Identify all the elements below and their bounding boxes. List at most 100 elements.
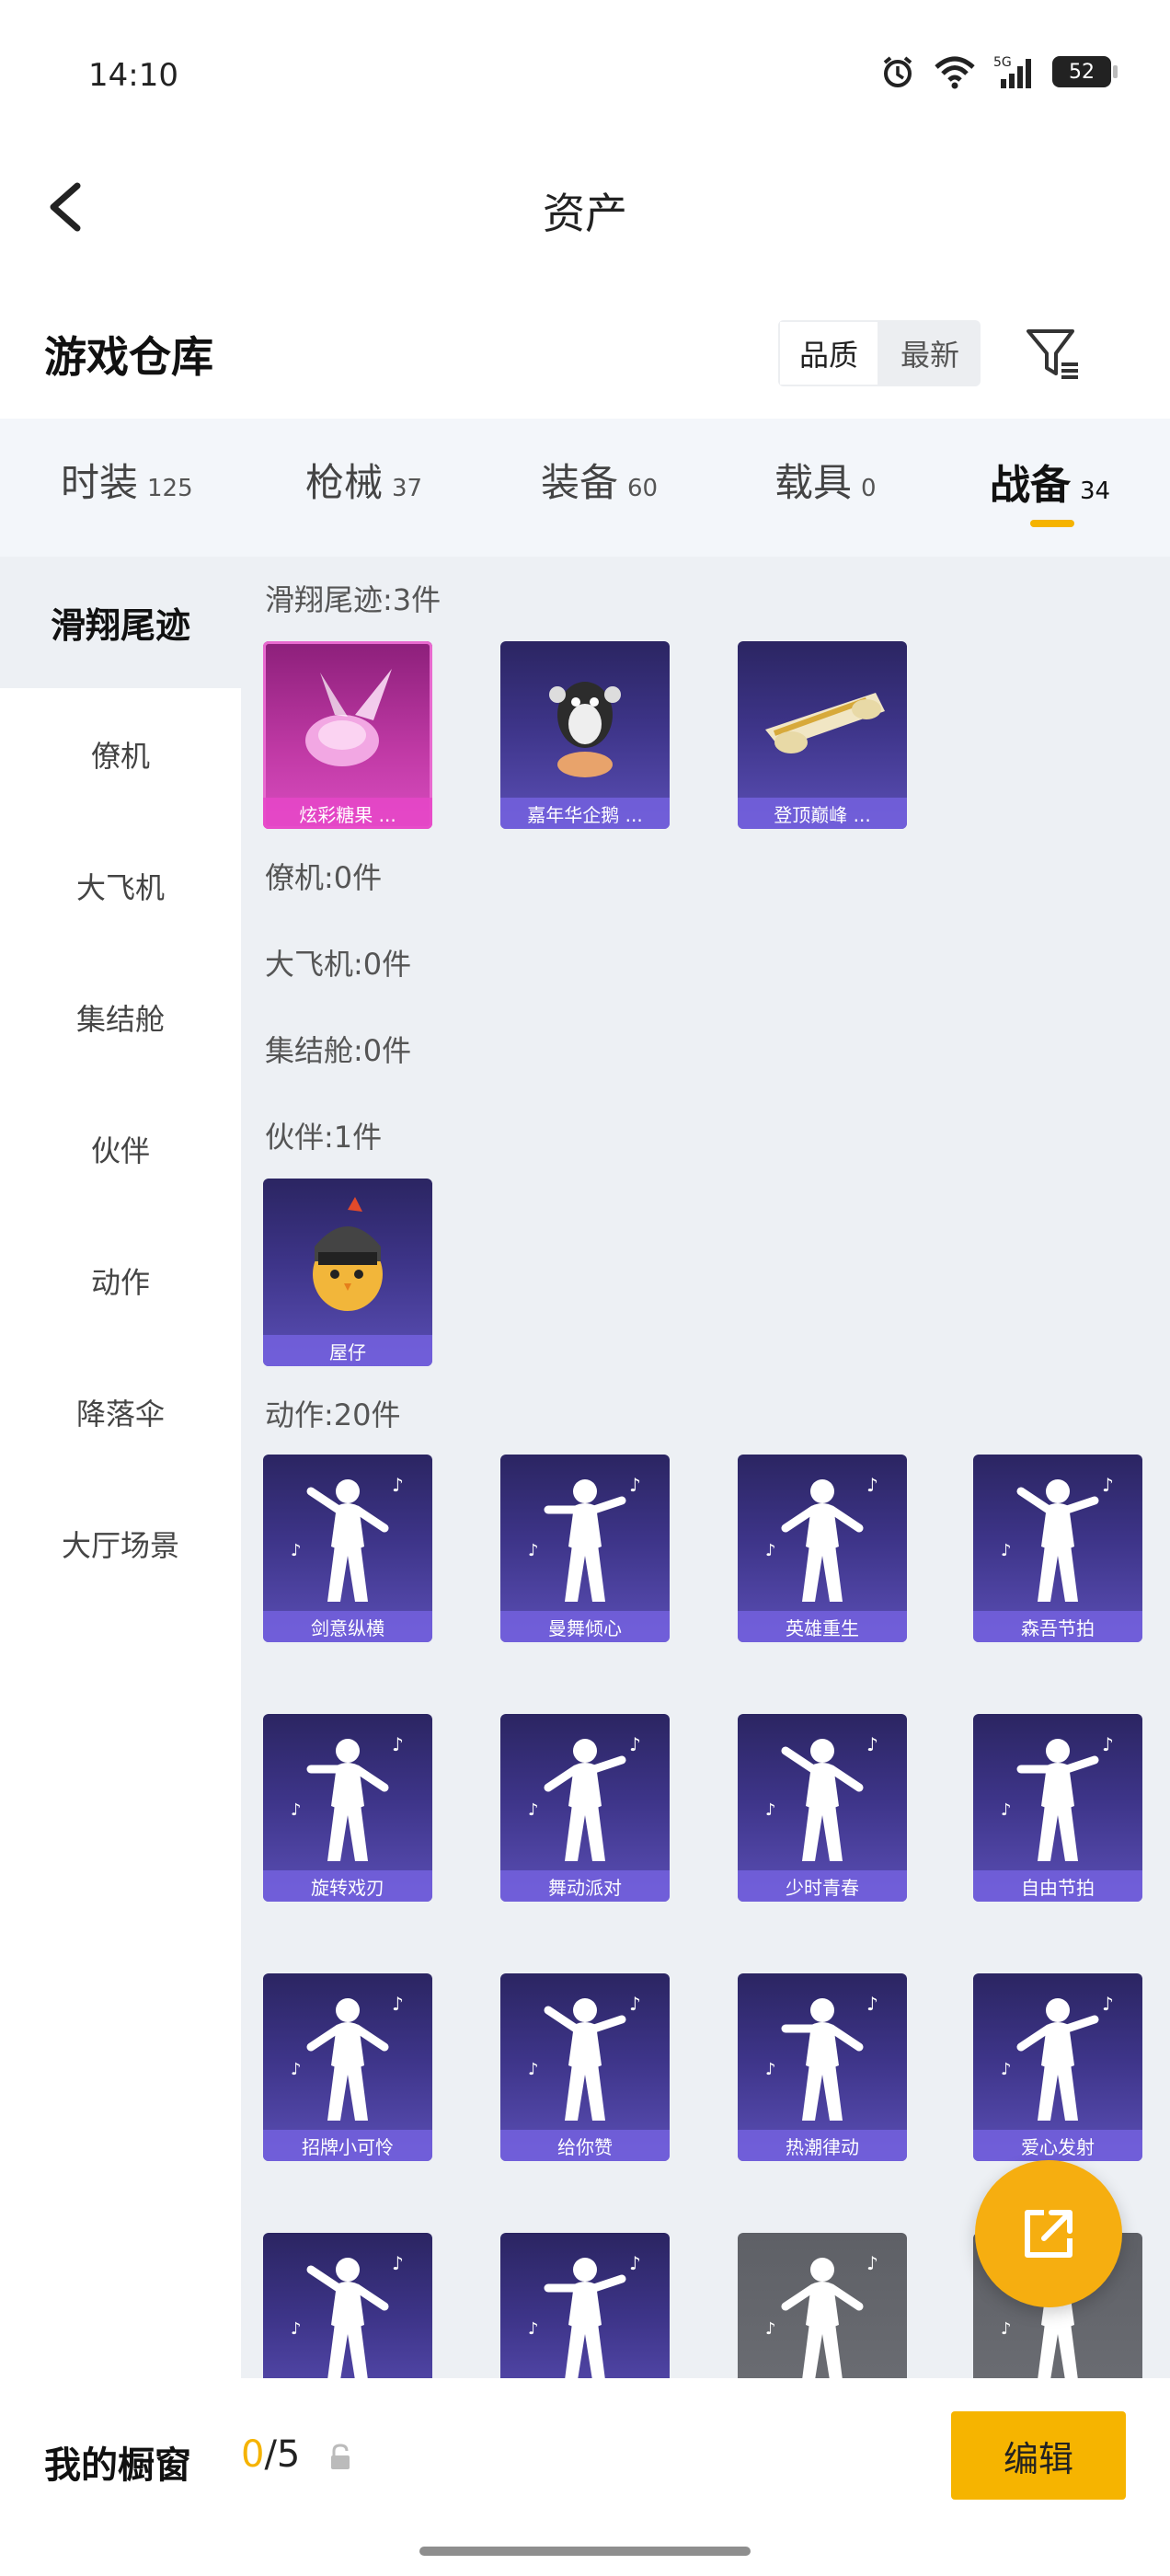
svg-text:♪: ♪ — [866, 1474, 878, 1496]
item-card[interactable]: 炫彩糖果 ... — [263, 641, 432, 829]
item-name: 曼舞倾心 — [500, 1611, 670, 1642]
lock-icon — [331, 2444, 350, 2469]
item-name: 热潮律动 — [738, 2130, 907, 2161]
sidebar-item-glide-trail[interactable]: 滑翔尾迹 — [0, 557, 241, 688]
item-name: 嘉年华企鹅 ... — [500, 798, 670, 829]
sort-quality-button[interactable]: 品质 — [778, 320, 879, 386]
tab-label: 装备 — [541, 460, 619, 505]
item-card[interactable]: ♪ ♪ 旋转戏刃 — [263, 1714, 432, 1902]
share-button[interactable] — [975, 2160, 1122, 2307]
tab-active-indicator — [1030, 520, 1074, 527]
item-name: 屋仔 — [263, 1335, 432, 1366]
svg-text:♪: ♪ — [629, 1474, 641, 1496]
showcase-count-current: 0 — [241, 2433, 265, 2476]
item-card[interactable]: ♪ ♪ 热潮律动 — [738, 1973, 907, 2161]
dancer-icon: ♪♪ — [1001, 1733, 1114, 1861]
svg-text:♪: ♪ — [866, 2252, 878, 2274]
item-card[interactable]: 屋仔 — [263, 1179, 432, 1366]
sidebar-item-partner[interactable]: 伙伴 — [0, 1083, 241, 1214]
jet-trail-icon — [765, 693, 885, 753]
tab-label: 枪械 — [305, 460, 384, 505]
dancer-icon: ♪♪ — [291, 2252, 404, 2378]
tab-label: 载具 — [774, 460, 853, 505]
dancer-icon: ♪♪ — [291, 1993, 404, 2121]
sidebar-item-rally-pod[interactable]: 集结舱 — [0, 951, 241, 1083]
svg-text:♪: ♪ — [528, 2319, 539, 2339]
tab-label: 时装 — [61, 460, 139, 505]
filter-icon[interactable] — [1023, 324, 1082, 383]
dancer-icon: ♪♪ — [528, 2252, 641, 2378]
svg-text:♪: ♪ — [1001, 1800, 1012, 1820]
svg-text:♪: ♪ — [1001, 1541, 1012, 1560]
sidebar-item-lobby-scene[interactable]: 大厅场景 — [0, 1478, 241, 1609]
tab-label: 战备 — [990, 462, 1071, 509]
item-card[interactable]: ♪ ♪ 招牌小可怜 — [263, 1973, 432, 2161]
sidebar-item-wingman[interactable]: 僚机 — [0, 688, 241, 820]
svg-text:♪: ♪ — [1102, 1474, 1114, 1496]
svg-text:♪: ♪ — [392, 1993, 404, 2015]
tab-fashion[interactable]: 时装 125 — [61, 452, 193, 535]
home-indicator — [419, 2547, 751, 2556]
item-card[interactable]: ♪♪ — [500, 2233, 670, 2378]
item-card[interactable]: ♪ ♪ 少时青春 — [738, 1714, 907, 1902]
svg-text:♪: ♪ — [765, 1800, 776, 1820]
item-card[interactable]: 嘉年华企鹅 ... — [500, 641, 670, 829]
item-card[interactable]: ♪ ♪ 自由节拍 — [973, 1714, 1142, 1902]
edit-button[interactable]: 编辑 — [951, 2411, 1126, 2500]
section-label: 集结舱:0件 — [265, 1033, 412, 1068]
item-name: 炫彩糖果 ... — [263, 798, 432, 829]
item-card[interactable]: ♪ ♪ 森吾节拍 — [973, 1455, 1142, 1642]
tab-equipment[interactable]: 装备 60 — [541, 452, 658, 535]
dancer-icon: ♪♪ — [765, 2252, 878, 2378]
sort-newest-button[interactable]: 最新 — [879, 320, 981, 386]
dancer-icon: ♪♪ — [1001, 1474, 1114, 1602]
svg-text:♪: ♪ — [1001, 2319, 1012, 2339]
status-icons: 5G 52 — [879, 53, 1118, 90]
section-label: 滑翔尾迹:3件 — [265, 582, 442, 617]
sort-toggle: 品质 最新 — [778, 320, 981, 386]
item-name: 剑意纵横 — [263, 1611, 432, 1642]
item-card[interactable]: ♪ ♪ 曼舞倾心 — [500, 1455, 670, 1642]
svg-text:♪: ♪ — [528, 1541, 539, 1560]
wifi-icon — [935, 56, 975, 89]
item-card[interactable]: ♪♪ — [738, 2233, 907, 2378]
sidebar-item-emote[interactable]: 动作 — [0, 1214, 241, 1346]
svg-text:♪: ♪ — [629, 2252, 641, 2274]
svg-text:♪: ♪ — [1102, 1733, 1114, 1755]
item-card[interactable]: ♪♪ — [263, 2233, 432, 2378]
showcase-label: 我的橱窗 — [44, 2444, 191, 2487]
network-label: 5G — [993, 55, 1012, 70]
dancer-icon: ♪♪ — [528, 1474, 641, 1602]
sidebar-item-parachute[interactable]: 降落伞 — [0, 1346, 241, 1478]
sidebar-item-big-plane[interactable]: 大飞机 — [0, 820, 241, 951]
item-card[interactable]: 登顶巅峰 ... — [738, 641, 907, 829]
chick-partner-icon — [313, 1197, 383, 1311]
tab-guns[interactable]: 枪械 37 — [305, 452, 422, 535]
item-card[interactable]: ♪ ♪ 给你赞 — [500, 1973, 670, 2161]
svg-text:♪: ♪ — [866, 1733, 878, 1755]
dancer-icon: ♪♪ — [765, 1993, 878, 2121]
svg-text:♪: ♪ — [765, 2319, 776, 2339]
item-card[interactable]: ♪ ♪ 剑意纵横 — [263, 1455, 432, 1642]
dancer-icon: ♪♪ — [765, 1474, 878, 1602]
item-card[interactable]: ♪ ♪ 舞动派对 — [500, 1714, 670, 1902]
item-grid-panel: 滑翔尾迹:3件 炫彩糖果 ... 嘉年华企鹅 ... 登顶巅峰 ... 僚机:0… — [241, 557, 1170, 2378]
tab-count: 34 — [1080, 477, 1111, 505]
section-label: 大飞机:0件 — [265, 947, 412, 982]
item-name: 森吾节拍 — [973, 1611, 1142, 1642]
showcase-count-total: /5 — [264, 2433, 301, 2476]
item-card[interactable]: ♪ ♪ 爱心发射 — [973, 1973, 1142, 2161]
item-name: 给你赞 — [500, 2130, 670, 2161]
svg-text:♪: ♪ — [765, 2060, 776, 2079]
category-tabs: 时装 125 枪械 37 装备 60 载具 0 战备 34 — [0, 419, 1170, 557]
page-header: 资产 — [0, 156, 1170, 258]
dancer-icon: ♪♪ — [528, 1993, 641, 2121]
dancer-icon: ♪♪ — [528, 1733, 641, 1861]
item-name: 招牌小可怜 — [263, 2130, 432, 2161]
alarm-icon — [883, 56, 912, 87]
item-name: 少时青春 — [738, 1870, 907, 1902]
tab-count: 125 — [147, 475, 193, 502]
svg-text:♪: ♪ — [392, 1474, 404, 1496]
item-card[interactable]: ♪ ♪ 英雄重生 — [738, 1455, 907, 1642]
tab-vehicles[interactable]: 载具 0 — [774, 452, 877, 535]
